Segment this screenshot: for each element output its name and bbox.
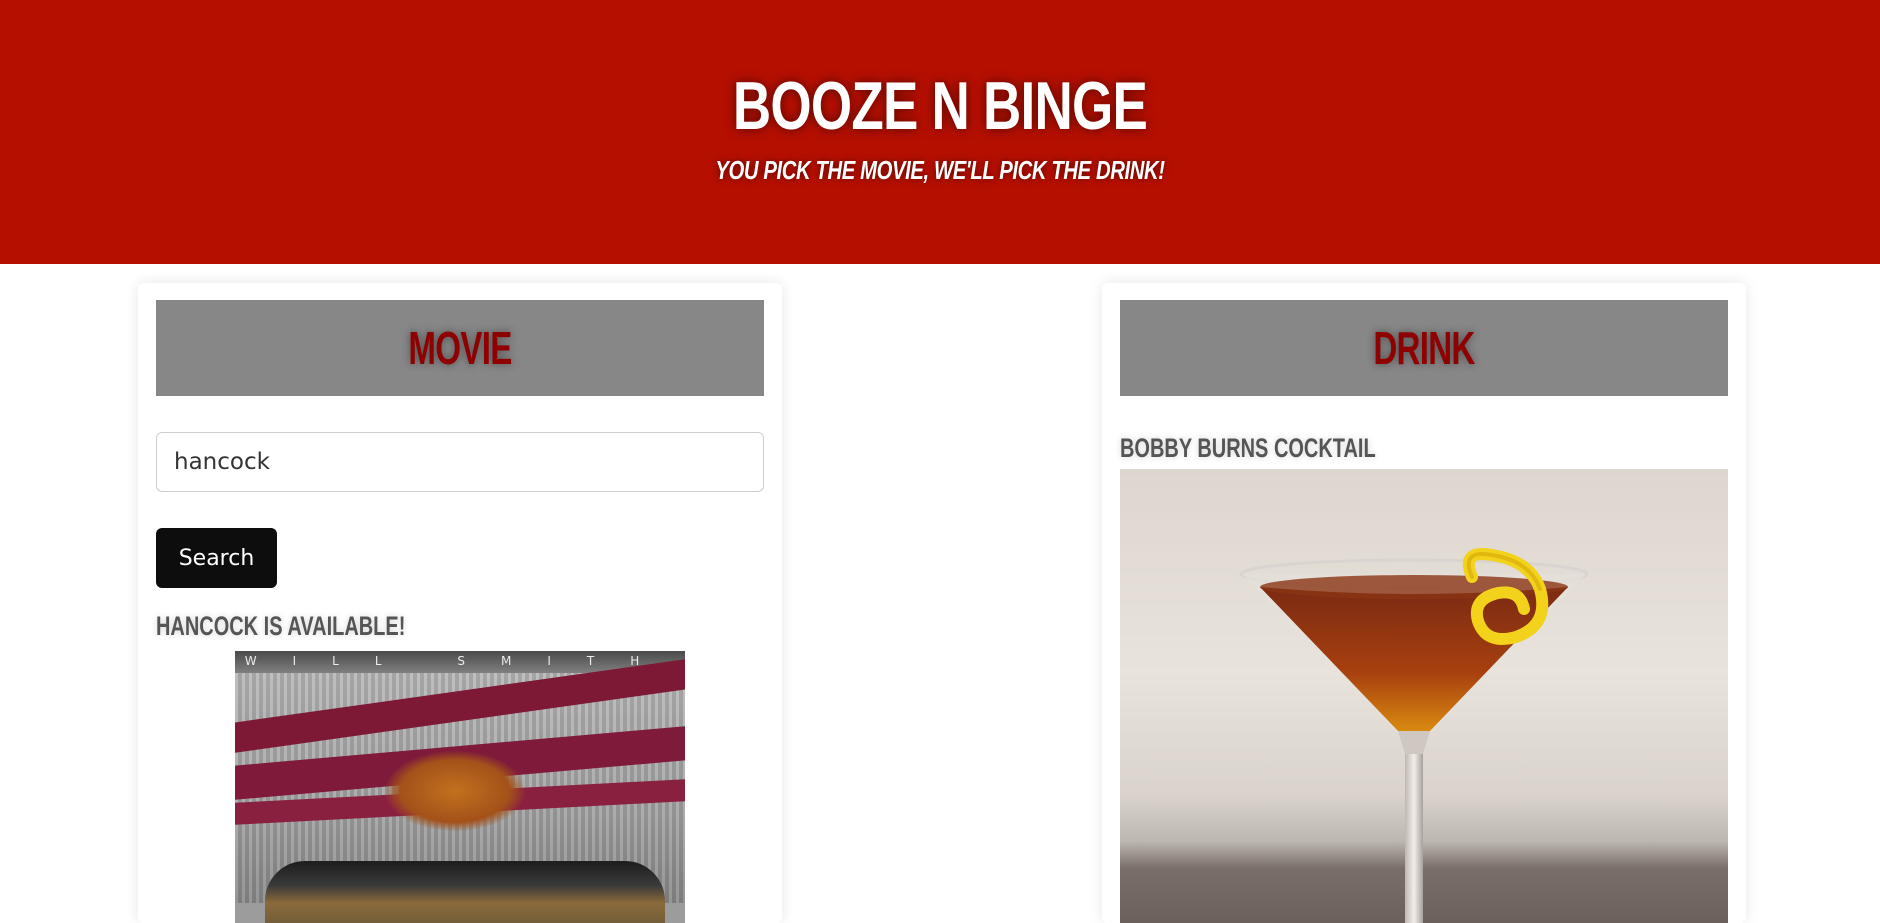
site-title: Booze N Binge <box>732 68 1148 144</box>
poster-credit: WILL SMITH <box>244 654 676 668</box>
drink-heading: Drink <box>1373 322 1475 374</box>
movie-poster: WILL SMITH <box>235 651 685 923</box>
movie-heading: Movie <box>408 322 512 374</box>
movie-search-input[interactable] <box>156 432 764 492</box>
cocktail-glass-illustration <box>1239 548 1589 923</box>
movie-card-header: Movie <box>156 300 764 396</box>
site-header: Booze N Binge You pick the movie, we'll … <box>0 0 1880 264</box>
poster-sunglasses <box>265 861 665 923</box>
movie-availability-text: Hancock is available! <box>156 611 406 641</box>
site-tagline: You pick the movie, we'll pick the drink… <box>715 155 1165 185</box>
search-button[interactable]: Search <box>156 528 277 588</box>
drink-card-header: Drink <box>1120 300 1728 396</box>
movie-card: Movie Search Hancock is available! WILL … <box>138 283 782 923</box>
drink-name: Bobby Burns Cocktail <box>1120 433 1376 463</box>
poster-eagle-emblem <box>385 751 525 831</box>
drink-card: Drink Bobby Burns Cocktail <box>1102 283 1746 923</box>
cocktail-image <box>1120 469 1728 923</box>
